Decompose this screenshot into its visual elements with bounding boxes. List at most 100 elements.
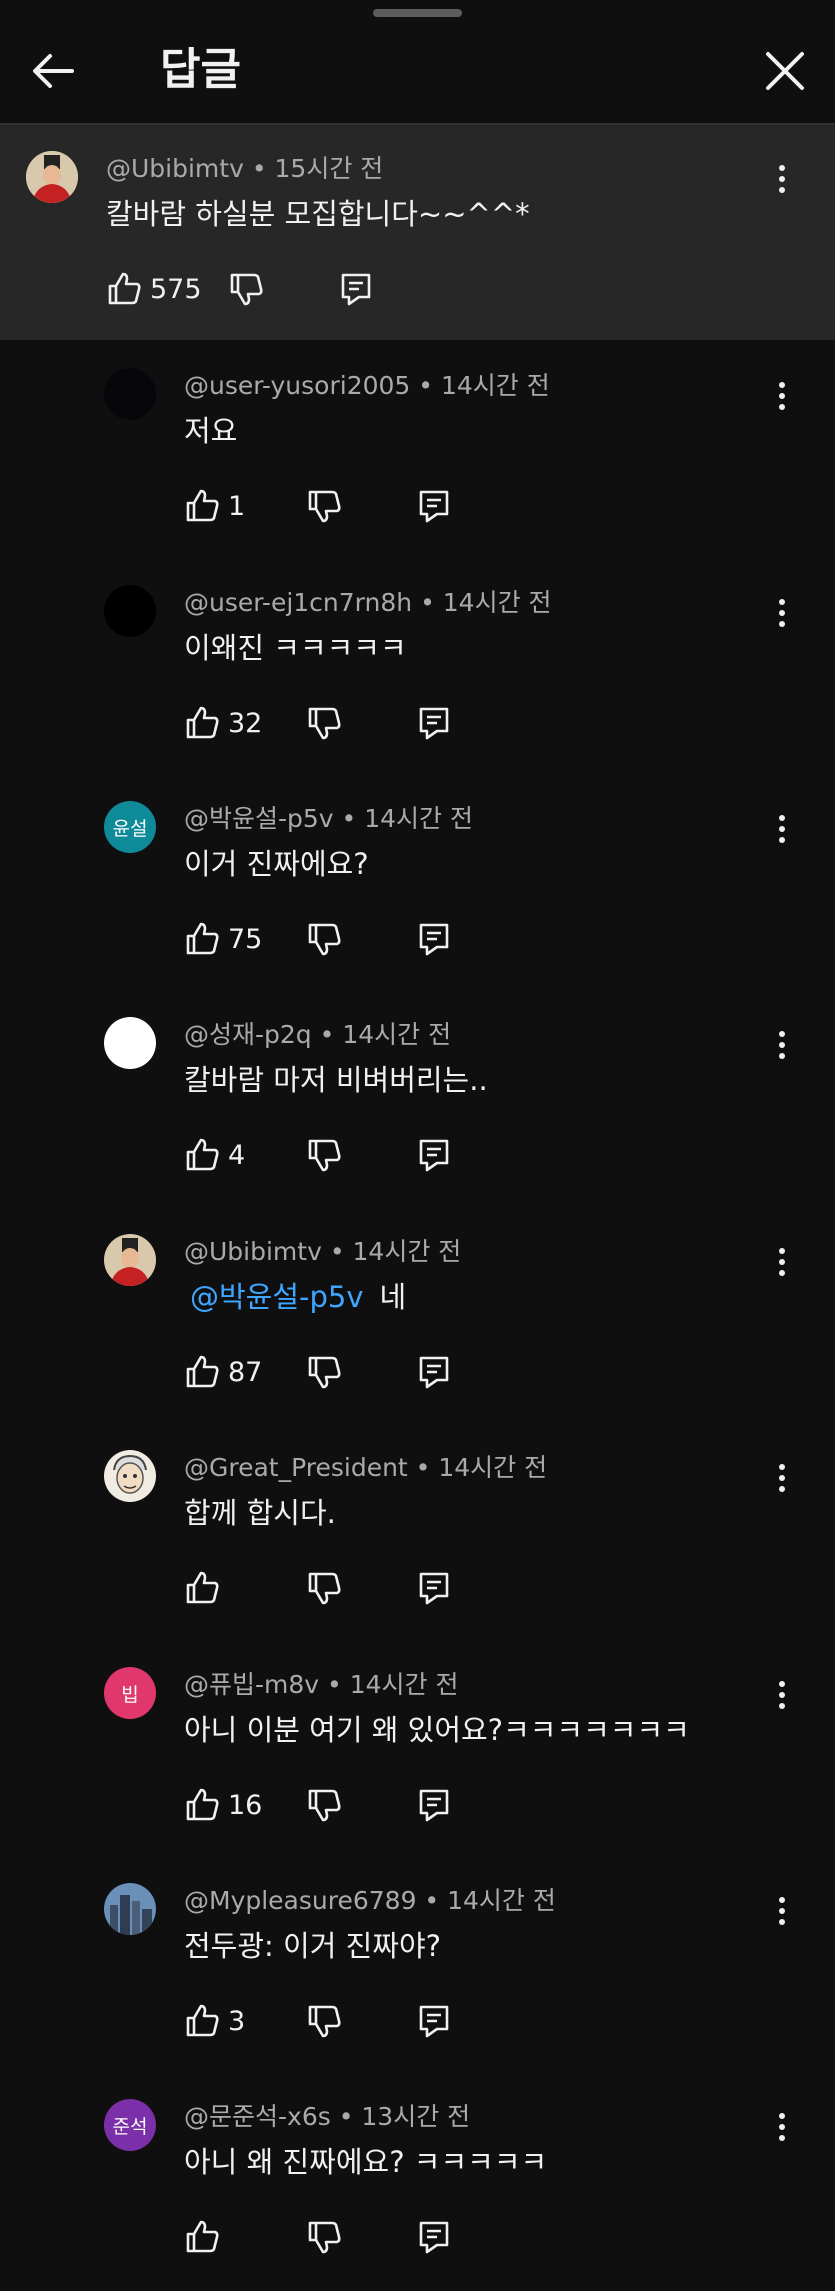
dislike-icon[interactable] <box>306 1570 342 1606</box>
like-icon[interactable] <box>184 1787 220 1823</box>
comment-time: 14시간 전 <box>438 1453 548 1482</box>
reply-icon[interactable] <box>338 271 374 307</box>
like-icon[interactable] <box>184 488 220 524</box>
dislike-icon[interactable] <box>306 1354 342 1390</box>
comment-time: 14시간 전 <box>447 1886 556 1915</box>
like-count: 1 <box>228 491 246 522</box>
reply-icon[interactable] <box>416 705 452 741</box>
avatar[interactable]: 빕 <box>104 1667 156 1719</box>
comment-actions: 1 <box>184 488 484 528</box>
comment-author[interactable]: @문준석-x6s <box>184 2102 331 2131</box>
more-options-icon[interactable] <box>772 1893 792 1929</box>
dislike-icon[interactable] <box>306 705 342 741</box>
comment-time: 15시간 전 <box>274 154 384 183</box>
page-title: 답글 <box>160 44 241 95</box>
reply-icon[interactable] <box>416 1787 452 1823</box>
like-icon[interactable] <box>184 1354 220 1390</box>
reply-comment: 준석 @문준석-x6s • 13시간 전 아니 왜 진짜에요? ㅋㅋㅋㅋㅋ <box>0 2091 835 2291</box>
comment-text: 이왜진 ㅋㅋㅋㅋㅋ <box>184 631 407 665</box>
more-options-icon[interactable] <box>772 811 792 847</box>
comment-text: 칼바람 마저 비벼버리는.. <box>184 1063 488 1097</box>
comment-text: 아니 왜 진짜에요? ㅋㅋㅋㅋㅋ <box>184 2145 548 2179</box>
reply-icon[interactable] <box>416 921 452 957</box>
reply-comment: @Great_President • 14시간 전 합께 합시다. <box>0 1442 835 1642</box>
comment-text: 전두광: 이거 진짜야? <box>184 1929 442 1963</box>
comment-time: 14시간 전 <box>342 1020 452 1049</box>
reply-icon[interactable] <box>416 1354 452 1390</box>
more-options-icon[interactable] <box>772 378 792 414</box>
like-icon[interactable] <box>184 2219 220 2255</box>
more-options-icon[interactable] <box>772 1460 792 1496</box>
comment-author[interactable]: @Ubibimtv <box>184 1237 322 1266</box>
avatar-initials: 윤설 <box>112 817 148 840</box>
like-count: 3 <box>228 2006 246 2037</box>
comment-author[interactable]: @user-yusori2005 <box>184 371 410 400</box>
reply-icon[interactable] <box>416 1137 452 1173</box>
dislike-icon[interactable] <box>306 2219 342 2255</box>
like-count: 575 <box>150 274 202 305</box>
avatar[interactable] <box>104 1883 156 1935</box>
header: 답글 <box>0 0 835 125</box>
like-count: 4 <box>228 1140 246 1171</box>
dislike-icon[interactable] <box>306 1137 342 1173</box>
more-options-icon[interactable] <box>772 2109 792 2145</box>
back-arrow-icon[interactable] <box>28 46 78 96</box>
more-options-icon[interactable] <box>772 595 792 631</box>
comment-author[interactable]: @Ubibimtv <box>106 154 244 183</box>
comment-author[interactable]: @박윤설-p5v <box>184 804 334 833</box>
comment-text: 아니 이분 여기 왜 있어요?ㅋㅋㅋㅋㅋㅋㅋ <box>184 1713 690 1747</box>
dislike-icon[interactable] <box>228 271 264 307</box>
like-icon[interactable] <box>184 2003 220 2039</box>
comment-actions: 3 <box>184 2003 484 2043</box>
comment-actions: 75 <box>184 921 484 961</box>
comment-author[interactable]: @성재-p2q <box>184 1020 312 1049</box>
avatar[interactable] <box>26 151 78 203</box>
like-count: 75 <box>228 924 263 955</box>
more-options-icon[interactable] <box>772 1244 792 1280</box>
reply-comment: @Ubibimtv • 14시간 전 @박윤설-p5v 네 87 <box>0 1226 835 1426</box>
avatar-initials: 빕 <box>121 1683 139 1706</box>
reply-icon[interactable] <box>416 1570 452 1606</box>
comment-author[interactable]: @퓨빕-m8v <box>184 1670 319 1699</box>
comment-author[interactable]: @Great_President <box>184 1453 408 1482</box>
mention-link[interactable]: @박윤설-p5v <box>190 1280 364 1314</box>
like-icon[interactable] <box>184 705 220 741</box>
more-options-icon[interactable] <box>772 161 792 197</box>
dislike-icon[interactable] <box>306 921 342 957</box>
comment-actions <box>184 1570 484 1610</box>
avatar[interactable] <box>104 1450 156 1502</box>
comment-author[interactable]: @Mypleasure6789 <box>184 1886 416 1915</box>
dislike-icon[interactable] <box>306 488 342 524</box>
comment-text: 이거 진짜에요? <box>184 847 369 881</box>
comment-actions: 32 <box>184 705 484 745</box>
reply-comment: @user-ej1cn7rn8h • 14시간 전 이왜진 ㅋㅋㅋㅋㅋ 32 <box>0 577 835 777</box>
like-icon[interactable] <box>184 1137 220 1173</box>
reply-icon[interactable] <box>416 488 452 524</box>
like-icon[interactable] <box>106 271 142 307</box>
reply-icon[interactable] <box>416 2219 452 2255</box>
comment-actions: 575 <box>106 271 406 311</box>
avatar[interactable] <box>104 368 156 420</box>
reply-comment: 윤설 @박윤설-p5v • 14시간 전 이거 진짜에요? 75 <box>0 793 835 993</box>
like-count: 32 <box>228 708 263 739</box>
avatar[interactable]: 윤설 <box>104 801 156 853</box>
avatar[interactable]: 준석 <box>104 2099 156 2151</box>
dislike-icon[interactable] <box>306 2003 342 2039</box>
comment-text: 저요 <box>184 414 238 448</box>
more-options-icon[interactable] <box>772 1027 792 1063</box>
more-options-icon[interactable] <box>772 1677 792 1713</box>
like-count: 16 <box>228 1790 263 1821</box>
comment-actions <box>184 2219 484 2259</box>
dislike-icon[interactable] <box>306 1787 342 1823</box>
avatar[interactable] <box>104 1017 156 1069</box>
avatar[interactable] <box>104 1234 156 1286</box>
like-icon[interactable] <box>184 1570 220 1606</box>
avatar[interactable] <box>104 585 156 637</box>
comment-text: 칼바람 하실분 모집합니다~~^^* <box>106 197 530 231</box>
avatar-initials: 준석 <box>112 2115 148 2138</box>
comment-time: 14시간 전 <box>352 1237 462 1266</box>
close-icon[interactable] <box>760 46 810 96</box>
like-icon[interactable] <box>184 921 220 957</box>
comment-author[interactable]: @user-ej1cn7rn8h <box>184 588 412 617</box>
reply-icon[interactable] <box>416 2003 452 2039</box>
